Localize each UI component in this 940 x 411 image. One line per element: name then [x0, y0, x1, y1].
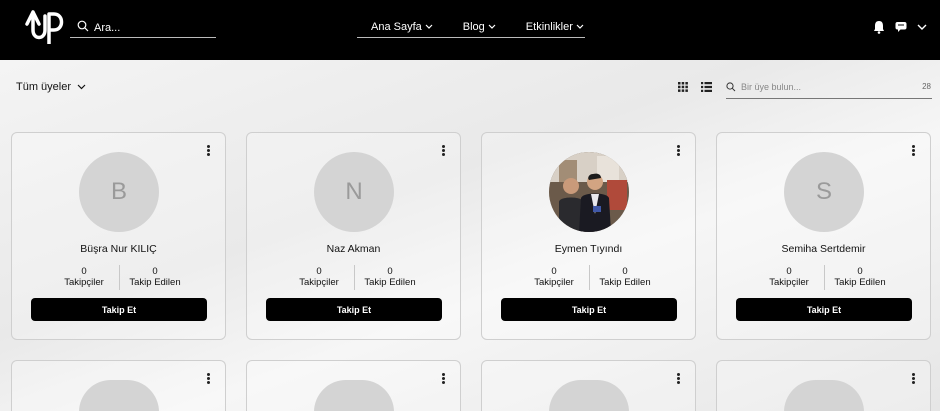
followers-stat[interactable]: 0 Takipçiler	[49, 266, 119, 288]
followers-label: Takipçiler	[534, 277, 574, 288]
following-count: 0	[152, 266, 158, 277]
following-stat[interactable]: 0 Takip Edilen	[120, 266, 190, 288]
following-stat[interactable]: 0 Takip Edilen	[355, 266, 425, 288]
filter-label: Tüm üyeler	[16, 81, 72, 93]
account-menu-chevron-icon[interactable]	[917, 24, 927, 31]
following-label: Takip Edilen	[129, 277, 181, 288]
site-search	[70, 17, 216, 38]
followers-stat[interactable]: 0 Takipçiler	[754, 266, 824, 288]
chevron-down-icon	[77, 84, 86, 90]
followers-label: Takipçiler	[64, 277, 104, 288]
followers-stat[interactable]: 0 Takipçiler	[519, 266, 589, 288]
list-view-icon[interactable]	[701, 82, 712, 92]
nav-item-ana-sayfa[interactable]: Ana Sayfa	[371, 21, 433, 33]
member-card[interactable]	[11, 360, 226, 411]
more-options-icon[interactable]	[438, 145, 448, 159]
avatar[interactable]	[549, 380, 629, 411]
nav-item-etkinlikler[interactable]: Etkinlikler	[526, 21, 584, 33]
more-options-icon[interactable]	[203, 145, 213, 159]
more-options-icon[interactable]	[203, 373, 213, 387]
followers-count: 0	[316, 266, 322, 277]
member-search-input[interactable]	[741, 79, 911, 95]
search-icon	[77, 20, 89, 32]
avatar[interactable]: B	[79, 152, 159, 232]
search-icon	[726, 82, 736, 92]
avatar[interactable]: S	[784, 152, 864, 232]
nav-label: Blog	[462, 21, 485, 33]
search-input[interactable]	[94, 20, 212, 36]
member-name[interactable]: Eymen Tıyındı	[482, 243, 695, 255]
nav-label: Ana Sayfa	[371, 21, 422, 33]
more-options-icon[interactable]	[908, 373, 918, 387]
nav-item-blog[interactable]: Blog	[463, 21, 496, 33]
notification-bell-icon[interactable]	[873, 20, 885, 34]
followers-count: 0	[81, 266, 87, 277]
following-stat[interactable]: 0 Takip Edilen	[825, 266, 895, 288]
more-options-icon[interactable]	[673, 373, 683, 387]
chat-icon[interactable]	[895, 21, 907, 33]
member-count: 28	[922, 82, 931, 91]
member-card[interactable]	[716, 360, 931, 411]
member-card[interactable]: S Semiha Sertdemir 0 Takipçiler 0 Takip …	[716, 132, 931, 340]
main-nav: Ana Sayfa Blog Etkinlikler	[357, 17, 585, 38]
follow-button[interactable]: Takip Et	[501, 298, 677, 321]
chevron-down-icon	[425, 24, 433, 29]
following-label: Takip Edilen	[834, 277, 886, 288]
member-card[interactable]: N Naz Akman 0 Takipçiler 0 Takip Edilen …	[246, 132, 461, 340]
follow-button[interactable]: Takip Et	[31, 298, 207, 321]
follow-button[interactable]: Takip Et	[736, 298, 912, 321]
avatar[interactable]	[79, 380, 159, 411]
followers-stat[interactable]: 0 Takipçiler	[284, 266, 354, 288]
member-card[interactable]: Eymen Tıyındı 0 Takipçiler 0 Takip Edile…	[481, 132, 696, 340]
member-card[interactable]	[481, 360, 696, 411]
avatar[interactable]: N	[314, 152, 394, 232]
chevron-down-icon	[576, 24, 584, 29]
grid-view-icon[interactable]	[678, 82, 688, 92]
more-options-icon[interactable]	[673, 145, 683, 159]
followers-label: Takipçiler	[299, 277, 339, 288]
member-card[interactable]	[246, 360, 461, 411]
followers-label: Takipçiler	[769, 277, 809, 288]
following-label: Takip Edilen	[599, 277, 651, 288]
following-stat[interactable]: 0 Takip Edilen	[590, 266, 660, 288]
member-card[interactable]: B Büşra Nur KILIÇ 0 Takipçiler 0 Takip E…	[11, 132, 226, 340]
site-header: Ana Sayfa Blog Etkinlikler	[0, 0, 940, 60]
member-name[interactable]: Semiha Sertdemir	[717, 243, 930, 255]
up-logo[interactable]	[24, 8, 64, 46]
followers-count: 0	[786, 266, 792, 277]
followers-count: 0	[551, 266, 557, 277]
avatar[interactable]	[784, 380, 864, 411]
following-count: 0	[857, 266, 863, 277]
nav-label: Etkinlikler	[525, 21, 573, 33]
more-options-icon[interactable]	[438, 373, 448, 387]
following-label: Takip Edilen	[364, 277, 416, 288]
member-search: 28	[726, 77, 932, 99]
following-count: 0	[622, 266, 628, 277]
profile-photo-image	[549, 152, 629, 232]
follow-button[interactable]: Takip Et	[266, 298, 442, 321]
chevron-down-icon	[488, 24, 496, 29]
avatar[interactable]	[314, 380, 394, 411]
member-name[interactable]: Naz Akman	[247, 243, 460, 255]
member-filter-dropdown[interactable]: Tüm üyeler	[16, 81, 86, 93]
avatar-photo[interactable]	[549, 152, 629, 232]
following-count: 0	[387, 266, 393, 277]
more-options-icon[interactable]	[908, 145, 918, 159]
member-name[interactable]: Büşra Nur KILIÇ	[12, 243, 225, 255]
